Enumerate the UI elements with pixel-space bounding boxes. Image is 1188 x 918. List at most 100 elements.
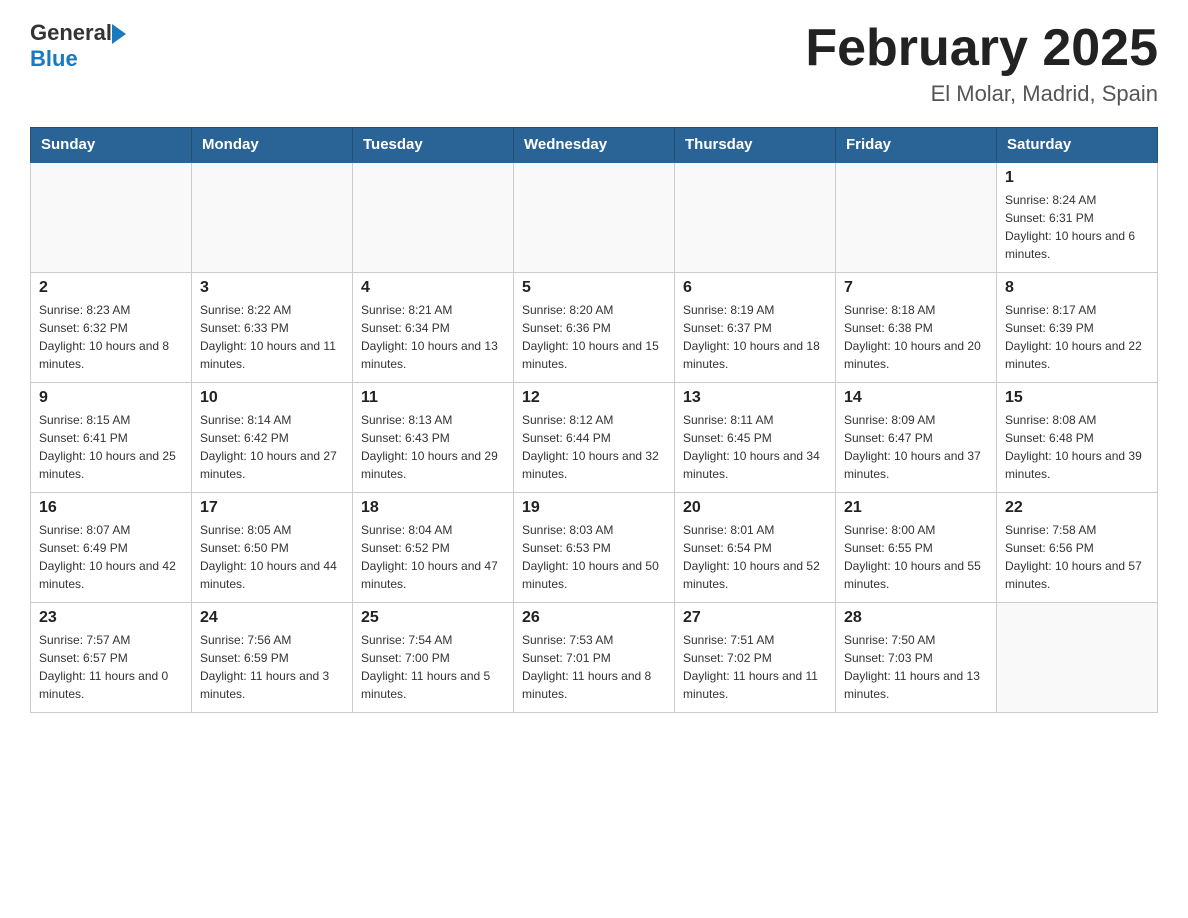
logo-general-text: General bbox=[30, 20, 112, 46]
day-cell bbox=[192, 162, 353, 272]
logo-blue-text: Blue bbox=[30, 46, 78, 72]
logo-arrow-icon bbox=[112, 24, 126, 44]
day-info: Sunrise: 8:09 AMSunset: 6:47 PMDaylight:… bbox=[844, 411, 988, 483]
week-row-3: 9 Sunrise: 8:15 AMSunset: 6:41 PMDaylight… bbox=[31, 382, 1158, 492]
day-cell: 6Sunrise: 8:19 AMSunset: 6:37 PMDaylight… bbox=[675, 272, 836, 382]
day-number: 26 bbox=[522, 609, 666, 627]
day-info: Sunrise: 8:23 AMSunset: 6:32 PMDaylight:… bbox=[39, 301, 183, 373]
day-cell: 21 Sunrise: 8:00 AMSunset: 6:55 PMDayligh… bbox=[836, 492, 997, 602]
day-info: Sunrise: 7:56 AMSunset: 6:59 PMDaylight:… bbox=[200, 631, 344, 703]
day-info: Sunrise: 8:12 AMSunset: 6:44 PMDaylight:… bbox=[522, 411, 666, 483]
day-header-tuesday: Tuesday bbox=[353, 128, 514, 163]
day-cell: 25 Sunrise: 7:54 AMSunset: 7:00 PMDayligh… bbox=[353, 602, 514, 712]
day-number: 21 bbox=[844, 499, 988, 517]
day-cell: 14 Sunrise: 8:09 AMSunset: 6:47 PMDayligh… bbox=[836, 382, 997, 492]
day-info: Sunrise: 8:00 AMSunset: 6:55 PMDaylight:… bbox=[844, 521, 988, 593]
day-header-wednesday: Wednesday bbox=[514, 128, 675, 163]
day-info: Sunrise: 8:11 AMSunset: 6:45 PMDaylight:… bbox=[683, 411, 827, 483]
header-row: SundayMondayTuesdayWednesdayThursdayFrid… bbox=[31, 128, 1158, 163]
day-number: 4 bbox=[361, 279, 505, 297]
day-cell: 13 Sunrise: 8:11 AMSunset: 6:45 PMDayligh… bbox=[675, 382, 836, 492]
calendar-title: February 2025 bbox=[805, 20, 1158, 77]
week-row-1: 1Sunrise: 8:24 AMSunset: 6:31 PMDaylight… bbox=[31, 162, 1158, 272]
day-info: Sunrise: 7:54 AMSunset: 7:00 PMDaylight:… bbox=[361, 631, 505, 703]
day-number: 9 bbox=[39, 389, 183, 407]
day-info: Sunrise: 8:08 AMSunset: 6:48 PMDaylight:… bbox=[1005, 411, 1149, 483]
day-number: 22 bbox=[1005, 499, 1149, 517]
day-header-saturday: Saturday bbox=[997, 128, 1158, 163]
day-header-sunday: Sunday bbox=[31, 128, 192, 163]
day-cell: 4 Sunrise: 8:21 AMSunset: 6:34 PMDaylight… bbox=[353, 272, 514, 382]
day-cell: 10 Sunrise: 8:14 AMSunset: 6:42 PMDayligh… bbox=[192, 382, 353, 492]
day-info: Sunrise: 7:51 AMSunset: 7:02 PMDaylight:… bbox=[683, 631, 827, 703]
day-cell: 22 Sunrise: 7:58 AMSunset: 6:56 PMDayligh… bbox=[997, 492, 1158, 602]
day-info: Sunrise: 8:05 AMSunset: 6:50 PMDaylight:… bbox=[200, 521, 344, 593]
day-number: 15 bbox=[1005, 389, 1149, 407]
day-cell bbox=[31, 162, 192, 272]
day-info: Sunrise: 8:15 AMSunset: 6:41 PMDaylight:… bbox=[39, 411, 183, 483]
day-info: Sunrise: 8:07 AMSunset: 6:49 PMDaylight:… bbox=[39, 521, 183, 593]
day-number: 11 bbox=[361, 389, 505, 407]
day-number: 19 bbox=[522, 499, 666, 517]
day-number: 3 bbox=[200, 279, 344, 297]
day-cell bbox=[353, 162, 514, 272]
day-number: 27 bbox=[683, 609, 827, 627]
day-info: Sunrise: 8:18 AMSunset: 6:38 PMDaylight:… bbox=[844, 301, 988, 373]
day-info: Sunrise: 8:20 AMSunset: 6:36 PMDaylight:… bbox=[522, 301, 666, 373]
calendar-subtitle: El Molar, Madrid, Spain bbox=[805, 81, 1158, 107]
day-number: 23 bbox=[39, 609, 183, 627]
day-cell bbox=[836, 162, 997, 272]
day-number: 1 bbox=[1005, 169, 1149, 187]
day-cell: 8 Sunrise: 8:17 AMSunset: 6:39 PMDaylight… bbox=[997, 272, 1158, 382]
day-cell: 3 Sunrise: 8:22 AMSunset: 6:33 PMDaylight… bbox=[192, 272, 353, 382]
day-number: 18 bbox=[361, 499, 505, 517]
day-info: Sunrise: 8:04 AMSunset: 6:52 PMDaylight:… bbox=[361, 521, 505, 593]
week-row-5: 23 Sunrise: 7:57 AMSunset: 6:57 PMDayligh… bbox=[31, 602, 1158, 712]
day-info: Sunrise: 8:17 AMSunset: 6:39 PMDaylight:… bbox=[1005, 301, 1149, 373]
day-info: Sunrise: 8:14 AMSunset: 6:42 PMDaylight:… bbox=[200, 411, 344, 483]
week-row-2: 2 Sunrise: 8:23 AMSunset: 6:32 PMDaylight… bbox=[31, 272, 1158, 382]
day-info: Sunrise: 8:22 AMSunset: 6:33 PMDaylight:… bbox=[200, 301, 344, 373]
day-info: Sunrise: 7:57 AMSunset: 6:57 PMDaylight:… bbox=[39, 631, 183, 703]
day-cell: 16 Sunrise: 8:07 AMSunset: 6:49 PMDayligh… bbox=[31, 492, 192, 602]
day-info: Sunrise: 8:13 AMSunset: 6:43 PMDaylight:… bbox=[361, 411, 505, 483]
day-cell: 12Sunrise: 8:12 AMSunset: 6:44 PMDayligh… bbox=[514, 382, 675, 492]
day-cell: 7 Sunrise: 8:18 AMSunset: 6:38 PMDaylight… bbox=[836, 272, 997, 382]
day-cell: 28Sunrise: 7:50 AMSunset: 7:03 PMDayligh… bbox=[836, 602, 997, 712]
day-cell: 24Sunrise: 7:56 AMSunset: 6:59 PMDayligh… bbox=[192, 602, 353, 712]
day-number: 17 bbox=[200, 499, 344, 517]
day-number: 25 bbox=[361, 609, 505, 627]
day-cell: 19 Sunrise: 8:03 AMSunset: 6:53 PMDayligh… bbox=[514, 492, 675, 602]
day-cell: 11 Sunrise: 8:13 AMSunset: 6:43 PMDayligh… bbox=[353, 382, 514, 492]
day-info: Sunrise: 8:01 AMSunset: 6:54 PMDaylight:… bbox=[683, 521, 827, 593]
day-number: 10 bbox=[200, 389, 344, 407]
day-number: 13 bbox=[683, 389, 827, 407]
day-info: Sunrise: 7:50 AMSunset: 7:03 PMDaylight:… bbox=[844, 631, 988, 703]
day-cell: 1Sunrise: 8:24 AMSunset: 6:31 PMDaylight… bbox=[997, 162, 1158, 272]
page-header: General Blue February 2025 El Molar, Mad… bbox=[30, 20, 1158, 107]
day-header-monday: Monday bbox=[192, 128, 353, 163]
day-info: Sunrise: 8:21 AMSunset: 6:34 PMDaylight:… bbox=[361, 301, 505, 373]
day-number: 5 bbox=[522, 279, 666, 297]
day-number: 7 bbox=[844, 279, 988, 297]
day-cell: 20 Sunrise: 8:01 AMSunset: 6:54 PMDayligh… bbox=[675, 492, 836, 602]
day-info: Sunrise: 8:03 AMSunset: 6:53 PMDaylight:… bbox=[522, 521, 666, 593]
day-info: Sunrise: 7:53 AMSunset: 7:01 PMDaylight:… bbox=[522, 631, 666, 703]
title-block: February 2025 El Molar, Madrid, Spain bbox=[805, 20, 1158, 107]
week-row-4: 16 Sunrise: 8:07 AMSunset: 6:49 PMDayligh… bbox=[31, 492, 1158, 602]
day-cell bbox=[675, 162, 836, 272]
day-cell: 23 Sunrise: 7:57 AMSunset: 6:57 PMDayligh… bbox=[31, 602, 192, 712]
day-number: 16 bbox=[39, 499, 183, 517]
day-number: 14 bbox=[844, 389, 988, 407]
day-number: 2 bbox=[39, 279, 183, 297]
day-number: 20 bbox=[683, 499, 827, 517]
day-number: 6 bbox=[683, 279, 827, 297]
day-header-thursday: Thursday bbox=[675, 128, 836, 163]
day-cell bbox=[514, 162, 675, 272]
day-cell: 2 Sunrise: 8:23 AMSunset: 6:32 PMDaylight… bbox=[31, 272, 192, 382]
day-info: Sunrise: 7:58 AMSunset: 6:56 PMDaylight:… bbox=[1005, 521, 1149, 593]
day-cell: 18 Sunrise: 8:04 AMSunset: 6:52 PMDayligh… bbox=[353, 492, 514, 602]
day-cell bbox=[997, 602, 1158, 712]
day-cell: 27 Sunrise: 7:51 AMSunset: 7:02 PMDayligh… bbox=[675, 602, 836, 712]
day-number: 8 bbox=[1005, 279, 1149, 297]
